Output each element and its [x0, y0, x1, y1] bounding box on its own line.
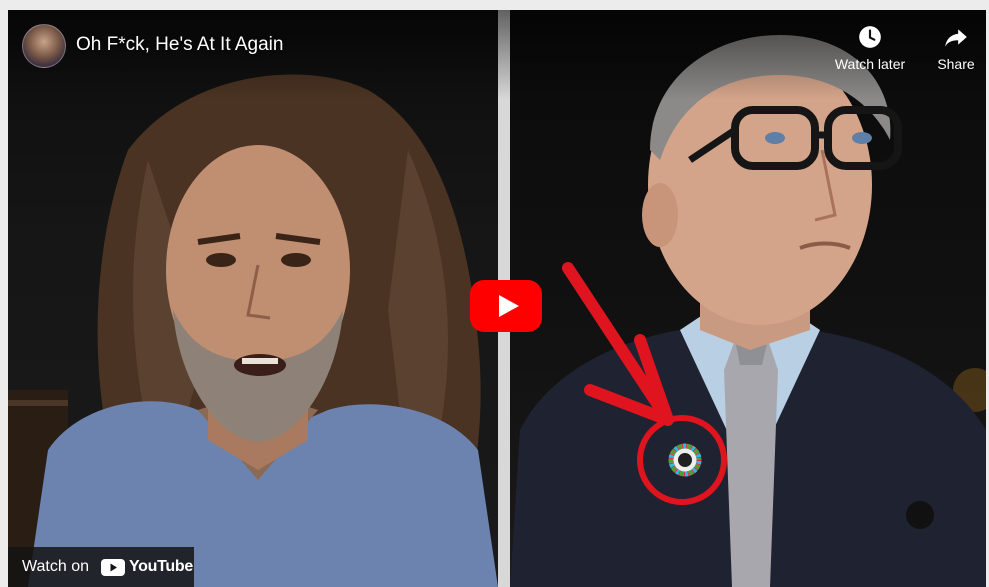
channel-avatar[interactable]	[22, 24, 66, 68]
youtube-wordmark: YouTube	[129, 558, 193, 575]
play-button[interactable]	[470, 280, 542, 332]
youtube-logo-icon	[101, 558, 125, 576]
embed-frame: Oh F*ck, He's At It Again Watch later Sh…	[0, 0, 989, 587]
video-title[interactable]: Oh F*ck, He's At It Again	[76, 34, 283, 56]
youtube-logo: YouTube	[101, 558, 193, 576]
video-player[interactable]: Oh F*ck, He's At It Again Watch later Sh…	[8, 10, 986, 587]
watch-on-label: Watch on	[22, 558, 89, 575]
share-arrow-icon	[945, 29, 967, 47]
share-label: Share	[937, 56, 975, 72]
clock-icon	[859, 26, 881, 48]
youtube-play-icon	[470, 280, 542, 332]
watch-later-label: Watch later	[834, 56, 906, 72]
watch-on-youtube-button[interactable]: Watch on YouTube	[8, 547, 194, 587]
watch-later-button[interactable]: Watch later	[828, 24, 912, 72]
share-button[interactable]: Share	[928, 24, 984, 72]
